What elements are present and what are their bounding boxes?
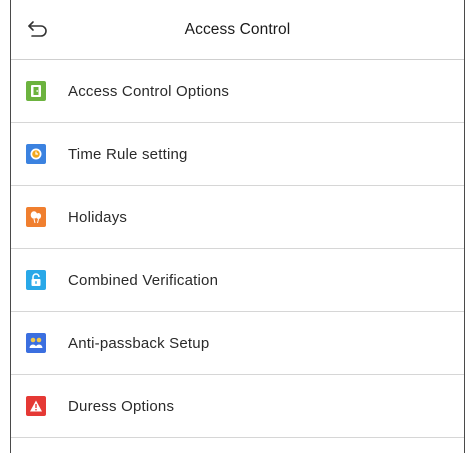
header-bar: Access Control	[11, 0, 464, 60]
menu-item-access-control-options[interactable]: Access Control Options	[11, 60, 464, 123]
clock-icon	[26, 144, 46, 164]
users-icon	[26, 333, 46, 353]
menu-item-time-rule-setting[interactable]: Time Rule setting	[11, 123, 464, 186]
screen-frame: Access Control Access Control Options Ti…	[10, 0, 465, 453]
unlock-icon	[26, 270, 46, 290]
menu-item-label: Access Control Options	[68, 82, 230, 100]
door-icon	[26, 81, 46, 101]
menu-item-label: Duress Options	[68, 397, 175, 415]
menu-item-label: Anti-passback Setup	[68, 334, 210, 352]
back-arrow-icon[interactable]	[27, 20, 49, 38]
menu-item-label: Holidays	[68, 208, 128, 226]
menu-item-duress-options[interactable]: Duress Options	[11, 375, 464, 438]
menu-item-label: Combined Verification	[68, 271, 219, 289]
balloon-icon	[26, 207, 46, 227]
menu-item-holidays[interactable]: Holidays	[11, 186, 464, 249]
warning-icon	[26, 396, 46, 416]
menu-item-anti-passback-setup[interactable]: Anti-passback Setup	[11, 312, 464, 375]
menu-list: Access Control Options Time Rule setting	[11, 60, 464, 438]
menu-item-combined-verification[interactable]: Combined Verification	[11, 249, 464, 312]
page-title: Access Control	[184, 20, 291, 38]
menu-item-label: Time Rule setting	[68, 145, 188, 163]
